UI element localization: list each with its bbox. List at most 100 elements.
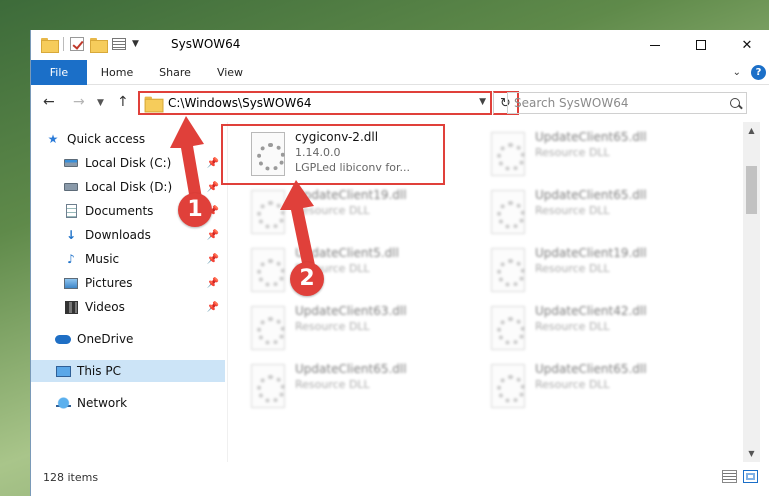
back-arrow-icon[interactable]: ←: [43, 94, 55, 110]
up-arrow-icon[interactable]: ↑: [117, 94, 129, 110]
minimize-button[interactable]: [632, 30, 678, 60]
sidebar-item-label: Quick access: [67, 132, 146, 146]
help-icon[interactable]: ?: [751, 65, 766, 80]
sidebar-item-network[interactable]: Network: [31, 392, 225, 414]
file-name: UpdateClient19.dll: [295, 188, 407, 202]
file-list-scrollbar[interactable]: ▲ ▼: [743, 122, 760, 462]
file-tile[interactable]: UpdateClient65.dll Resource DLL: [231, 358, 461, 414]
dll-file-icon: [491, 132, 525, 176]
address-folder-icon: [144, 96, 164, 112]
dll-file-icon: [251, 190, 285, 234]
maximize-icon: [696, 40, 706, 50]
pin-icon[interactable]: 📌: [207, 158, 219, 169]
download-icon: ↓: [65, 228, 77, 242]
recent-locations-chevron-icon[interactable]: ▼: [97, 98, 104, 108]
scroll-up-icon[interactable]: ▲: [743, 122, 760, 139]
file-type: Resource DLL: [295, 378, 370, 391]
properties-check-icon[interactable]: [70, 37, 84, 51]
sidebar-item-pictures[interactable]: Pictures 📌: [31, 272, 225, 294]
file-tile[interactable]: UpdateClient42.dll Resource DLL: [471, 300, 701, 356]
file-type: Resource DLL: [535, 146, 610, 159]
tab-home[interactable]: Home: [95, 60, 139, 85]
drive-icon: [64, 159, 78, 167]
file-name: UpdateClient65.dll: [295, 362, 407, 376]
file-tile[interactable]: UpdateClient5.dll Resource DLL: [231, 242, 461, 298]
file-tile[interactable]: UpdateClient19.dll Resource DLL: [231, 184, 461, 240]
close-icon: ✕: [741, 37, 753, 53]
file-tile[interactable]: UpdateClient63.dll Resource DLL: [231, 300, 461, 356]
documents-icon: [65, 204, 77, 218]
dll-file-icon: [491, 248, 525, 292]
scroll-down-icon[interactable]: ▼: [743, 445, 760, 462]
address-history-chevron-icon[interactable]: ▼: [479, 97, 486, 107]
file-name: UpdateClient63.dll: [295, 304, 407, 318]
sidebar-item-label: Network: [77, 396, 128, 410]
title-bar: ▼ SysWOW64 ✕: [31, 30, 769, 60]
sidebar-item-local-disk-c[interactable]: Local Disk (C:) 📌: [31, 152, 225, 174]
address-bar[interactable]: C:\Windows\SysWOW64 ▼: [138, 91, 492, 115]
search-box[interactable]: Search SysWOW64: [507, 92, 747, 114]
minimize-icon: [650, 44, 660, 46]
sidebar-item-quick-access[interactable]: ★ Quick access: [31, 128, 225, 150]
file-tile[interactable]: UpdateClient65.dll Resource DLL: [471, 358, 701, 414]
sidebar-item-downloads[interactable]: ↓ Downloads 📌: [31, 224, 225, 246]
tab-view[interactable]: View: [211, 60, 249, 85]
file-type: Resource DLL: [295, 320, 370, 333]
pin-icon[interactable]: 📌: [207, 278, 219, 289]
file-tile[interactable]: UpdateClient19.dll Resource DLL: [471, 242, 701, 298]
file-name: UpdateClient42.dll: [535, 304, 647, 318]
file-name: UpdateClient19.dll: [535, 246, 647, 260]
expand-ribbon-chevron-icon[interactable]: ⌄: [733, 67, 741, 78]
tab-file[interactable]: File: [31, 60, 87, 85]
tab-share[interactable]: Share: [153, 60, 197, 85]
pin-icon[interactable]: 📌: [207, 182, 219, 193]
file-tile[interactable]: UpdateClient65.dll Resource DLL: [471, 184, 701, 240]
dll-file-icon: [491, 306, 525, 350]
file-type: Resource DLL: [295, 204, 370, 217]
search-icon[interactable]: [730, 98, 740, 108]
close-button[interactable]: ✕: [724, 30, 769, 60]
address-path[interactable]: C:\Windows\SysWOW64: [168, 96, 312, 110]
cloud-icon: [55, 334, 71, 344]
new-folder-icon[interactable]: [90, 37, 108, 53]
sidebar-item-label: Local Disk (D:): [85, 180, 173, 194]
window-controls: ✕: [632, 30, 769, 60]
sidebar-item-this-pc[interactable]: This PC: [31, 360, 225, 382]
videos-icon: [64, 300, 78, 314]
star-icon: ★: [47, 132, 59, 146]
forward-arrow-icon[interactable]: →: [73, 94, 85, 110]
computer-icon: [55, 365, 71, 377]
navigation-bar: ← → ▼ ↑ C:\Windows\SysWOW64 ▼ ↻ Search S…: [31, 86, 769, 120]
file-type: Resource DLL: [535, 320, 610, 333]
sidebar-item-music[interactable]: ♪ Music 📌: [31, 248, 225, 270]
file-type: Resource DLL: [535, 378, 610, 391]
toolbar-separator: [63, 37, 64, 51]
sidebar-item-label: Videos: [85, 300, 125, 314]
pin-icon[interactable]: 📌: [207, 254, 219, 265]
sidebar-item-videos[interactable]: Videos 📌: [31, 296, 225, 318]
explorer-window: ▼ SysWOW64 ✕ File Home Share View ⌄ ? ← …: [30, 30, 769, 496]
dll-file-icon: [491, 190, 525, 234]
properties-icon[interactable]: [112, 38, 126, 50]
scrollbar-thumb[interactable]: [746, 166, 757, 214]
dll-file-icon: [251, 248, 285, 292]
dll-file-icon: [251, 364, 285, 408]
sidebar-item-label: This PC: [77, 364, 121, 378]
navigation-pane: ★ Quick access Local Disk (C:) 📌 Local D…: [31, 122, 227, 460]
maximize-button[interactable]: [678, 30, 724, 60]
details-view-icon[interactable]: [722, 470, 737, 483]
window-title: SysWOW64: [171, 37, 241, 51]
dll-file-icon: [491, 364, 525, 408]
pin-icon[interactable]: 📌: [207, 302, 219, 313]
view-switcher: [722, 470, 758, 483]
search-input[interactable]: Search SysWOW64: [514, 96, 628, 110]
pin-icon[interactable]: 📌: [207, 230, 219, 241]
quick-access-toolbar: ▼: [41, 37, 139, 53]
customize-toolbar-chevron-icon[interactable]: ▼: [132, 39, 139, 49]
sidebar-item-onedrive[interactable]: OneDrive: [31, 328, 225, 350]
music-icon: ♪: [67, 252, 75, 266]
large-icons-view-icon[interactable]: [743, 470, 758, 483]
drive-icon: [64, 183, 78, 191]
file-tile[interactable]: UpdateClient65.dll Resource DLL: [471, 126, 701, 182]
pictures-icon: [64, 277, 78, 289]
